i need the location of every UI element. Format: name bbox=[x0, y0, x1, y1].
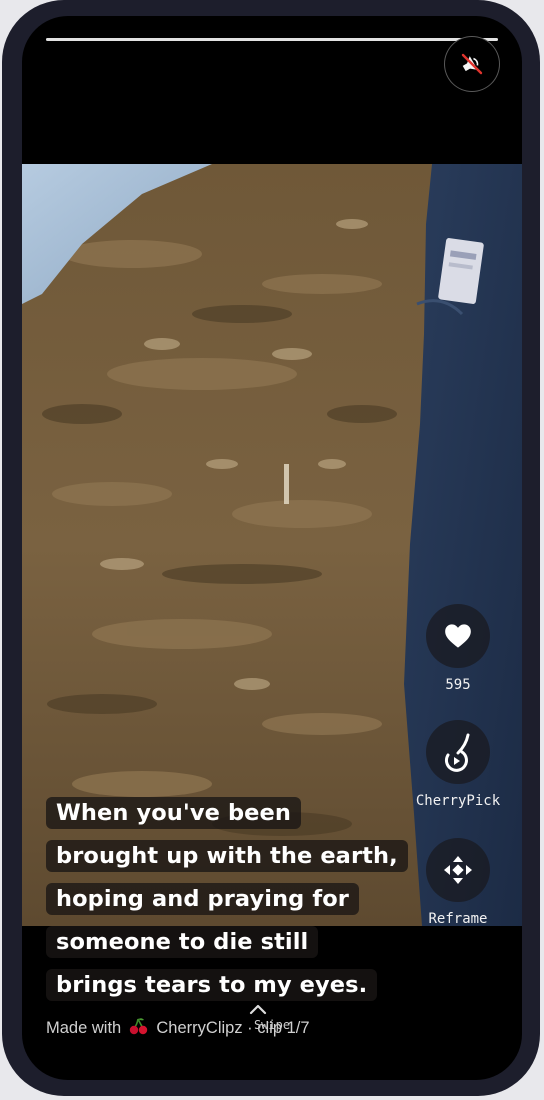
cherrypick-label: CherryPick bbox=[415, 793, 501, 809]
cherry-stem-icon bbox=[444, 733, 470, 772]
clip-progress-fill bbox=[46, 38, 498, 41]
like-count: 595 bbox=[445, 677, 471, 693]
caption-line: brings tears to my eyes. bbox=[46, 969, 378, 1001]
caption-line: brought up with the earth, bbox=[46, 840, 408, 872]
move-arrows-icon bbox=[444, 856, 472, 884]
mute-button[interactable] bbox=[444, 36, 500, 92]
clip-progress-bar bbox=[46, 38, 498, 41]
heart-icon bbox=[445, 624, 471, 648]
brand-name: CherryClipz bbox=[156, 1019, 243, 1037]
like-button[interactable] bbox=[426, 604, 490, 668]
swipe-label: Swipe bbox=[253, 1018, 291, 1032]
reframe-label: Reframe bbox=[428, 911, 488, 927]
caption-line: When you've been bbox=[46, 797, 301, 829]
video-player[interactable]: 595 CherryPick Reframe When you've been … bbox=[22, 16, 522, 1080]
chevron-up-icon bbox=[249, 1004, 267, 1015]
caption-line: hoping and praying for bbox=[46, 883, 359, 915]
speaker-muted-icon bbox=[461, 53, 483, 75]
phone-frame: 595 CherryPick Reframe When you've been … bbox=[2, 0, 540, 1096]
cherrypick-button[interactable] bbox=[426, 720, 490, 784]
like-action[interactable]: 595 bbox=[408, 604, 508, 693]
video-caption: When you've been brought up with the ear… bbox=[46, 792, 426, 1007]
caption-line: someone to die still bbox=[46, 926, 319, 958]
cherry-icon bbox=[129, 1018, 147, 1035]
reframe-button[interactable] bbox=[426, 838, 490, 902]
swipe-hint[interactable]: Swipe bbox=[248, 1002, 296, 1032]
made-with-text: Made with bbox=[46, 1019, 122, 1037]
